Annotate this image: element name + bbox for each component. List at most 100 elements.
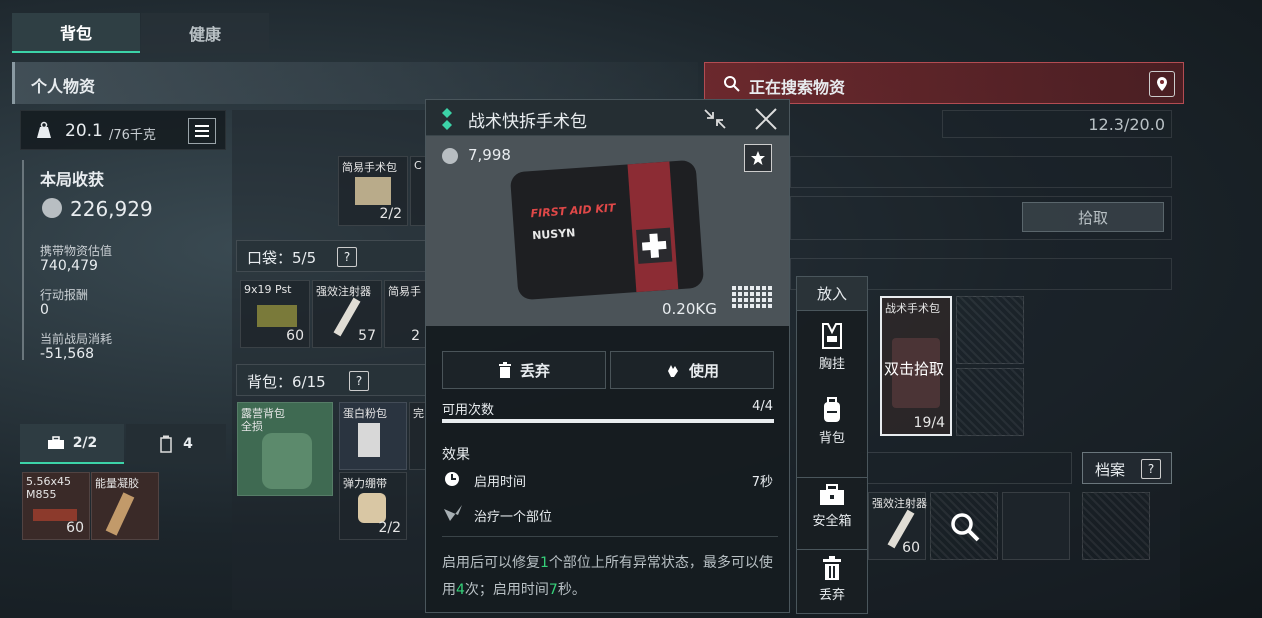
pickup-button[interactable]: 拾取	[1022, 202, 1164, 232]
loot-empty-slot[interactable]	[1002, 492, 1070, 560]
popup-title: 战术快拆手术包	[468, 112, 587, 132]
item-simple-surgery-kit[interactable]: 简易手术包 2/2	[338, 156, 408, 226]
kit-image	[355, 177, 391, 205]
body-part-icon	[444, 505, 462, 521]
pocket-item-kit[interactable]: 简易手 2	[384, 280, 426, 348]
location-pin-button[interactable]	[1149, 71, 1175, 97]
item-name: 简易手术包	[342, 161, 397, 174]
menu-item-discard[interactable]: 丢弃	[797, 549, 867, 603]
loot-capacity-bar: 12.3/20.0	[942, 110, 1172, 138]
kit-label-text: FIRST AID KIT	[530, 201, 616, 221]
earnings-value: 226,929	[70, 197, 153, 221]
effects-title: 效果	[442, 447, 470, 463]
uses-label: 可用次数	[442, 403, 495, 418]
loot-empty-slot[interactable]	[956, 368, 1024, 436]
personal-supplies-title: 个人物资	[31, 77, 96, 96]
carry-label: 携带物资估值	[40, 244, 113, 258]
item-sub: 全损	[241, 420, 263, 433]
item-count: 2/2	[379, 206, 402, 222]
loot-item-injector[interactable]: 强效注射器 60	[868, 492, 927, 560]
menu-item-backpack[interactable]: 背包	[797, 397, 867, 446]
item-name: 9x19 Pst	[244, 283, 292, 296]
backpack-item-camping-bag[interactable]: 露营背包 全损	[237, 402, 333, 496]
archive-help-icon: ?	[1141, 459, 1161, 479]
discard-button[interactable]: 丢弃	[442, 351, 606, 389]
menu-item-chest-rig[interactable]: 胸挂	[797, 323, 867, 372]
backpack-item-bandage[interactable]: 弹力绷带 2/2	[339, 472, 407, 540]
pocket-item-ammo[interactable]: 9x19 Pst 60	[240, 280, 310, 348]
kit-brand-text: NUSYN	[531, 226, 576, 243]
item-name: 简易手	[388, 285, 421, 298]
pocket-help-button[interactable]: ?	[337, 247, 357, 267]
earnings-title: 本局收获	[40, 170, 105, 189]
safe-item-energy-gel[interactable]: 能量凝胶	[91, 472, 159, 540]
desc-part: 秒。	[557, 582, 586, 598]
pocket-label: 口袋：5/5	[247, 249, 317, 267]
backpack-image	[262, 433, 312, 489]
trash-icon	[823, 556, 841, 580]
gel-image	[105, 492, 135, 536]
magnifier-icon	[951, 513, 980, 542]
use-button[interactable]: 使用	[610, 351, 774, 389]
uses-bar-track	[442, 419, 774, 423]
uses-value: 4/4	[752, 399, 773, 414]
loot-empty-slot[interactable]	[1082, 492, 1150, 560]
tab-label: 健康	[188, 25, 221, 44]
tab-toolbox[interactable]: 2/2	[20, 424, 124, 464]
pocket-header: 口袋：5/5 ?	[236, 240, 426, 272]
desc-number: 4	[456, 582, 465, 598]
item-name: 能量凝胶	[95, 477, 139, 490]
item-count: 60	[902, 540, 920, 556]
tab-health[interactable]: 健康	[141, 13, 269, 53]
coin-icon	[442, 148, 458, 164]
item-name: 5.56x45 M855	[26, 475, 71, 501]
toolbox-icon	[47, 436, 64, 449]
close-icon[interactable]	[754, 108, 778, 130]
tab-backpack[interactable]: 背包	[12, 13, 140, 53]
cost-value: -51,568	[40, 346, 95, 362]
tab-toolbox-label: 2/2	[72, 435, 98, 451]
favorite-button[interactable]	[744, 144, 772, 172]
loot-empty-slot[interactable]	[956, 296, 1024, 364]
reward-label: 行动报酬	[40, 288, 89, 302]
pocket-item-injector[interactable]: 强效注射器 57	[312, 280, 382, 348]
loot-search-slot[interactable]	[930, 492, 998, 560]
protein-image	[358, 423, 380, 457]
uses-bar-fill	[442, 419, 774, 423]
menu-item-label: 背包	[818, 431, 845, 446]
item-name: 完	[413, 407, 424, 420]
desc-part: 启用后可以修复	[442, 555, 540, 571]
use-label: 使用	[688, 361, 719, 380]
item-count: 60	[66, 520, 84, 536]
tab-label: 背包	[59, 24, 92, 43]
backpack-item-protein[interactable]: 蛋白粉包	[339, 402, 407, 470]
cost-label: 当前战局消耗	[40, 332, 113, 346]
weight-icon	[37, 121, 51, 138]
item-name: 强效注射器	[316, 285, 371, 298]
put-into-menu: 放入 胸挂 背包 安全箱 丢弃	[796, 276, 868, 614]
backpack-help-button[interactable]: ?	[349, 371, 369, 391]
collapse-icon[interactable]	[702, 107, 728, 131]
item-count: 2/2	[378, 520, 401, 536]
tab-canister[interactable]: 4	[126, 424, 226, 464]
item-detail-popup: 战术快拆手术包 7,998 FIRST AID KIT NUSYN 0.20KG	[425, 99, 790, 613]
list-button[interactable]	[188, 118, 216, 144]
loot-item-tactical-surgery-kit[interactable]: 战术手术包 双击拾取 19/4	[880, 296, 952, 436]
weight-current: 20.1	[65, 121, 103, 141]
searching-title: 正在搜索物资	[749, 78, 846, 97]
archive-button[interactable]: 档案 ?	[1082, 452, 1172, 484]
menu-item-safe-box[interactable]: 安全箱	[797, 477, 867, 529]
item-count: 19/4	[913, 415, 945, 431]
item-price: 7,998	[468, 146, 511, 164]
backpack-icon	[824, 397, 840, 422]
effect-time-label: 启用时间	[474, 475, 527, 490]
coin-icon	[42, 198, 62, 218]
desc-part: 次；启用时间	[464, 582, 549, 598]
location-pin-icon	[1157, 77, 1167, 91]
rarity-diamond-icon	[442, 108, 452, 130]
kit-red-strap	[627, 161, 679, 293]
safe-item-ammo[interactable]: 5.56x45 M855 60	[22, 472, 90, 540]
effect-time-value: 7秒	[751, 475, 773, 490]
reward-value: 0	[40, 302, 49, 318]
loot-row	[790, 156, 1172, 188]
